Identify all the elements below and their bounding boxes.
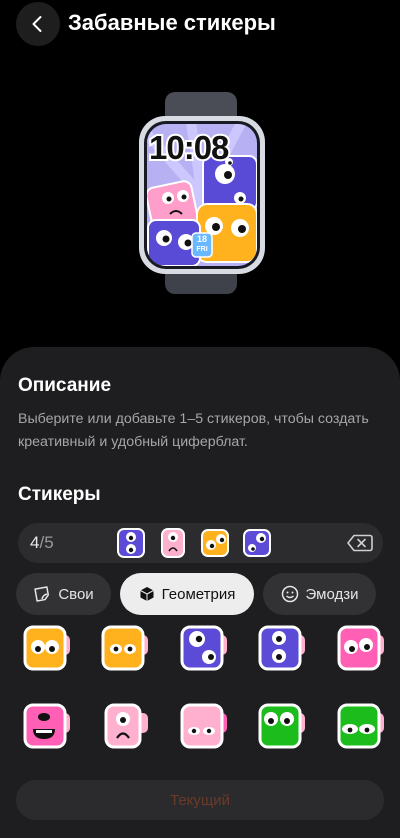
watch-date-weekday: FRI: [196, 246, 208, 253]
app-header: Забавные стикеры: [0, 0, 400, 46]
sticker-option[interactable]: [257, 623, 307, 673]
selected-count: 4/5: [30, 533, 54, 552]
cube-icon: [139, 587, 154, 601]
sticker-option[interactable]: [257, 701, 307, 751]
settings-sheet: Описание Выберите или добавьте 1–5 стике…: [0, 347, 400, 838]
sticker-grid: [0, 623, 400, 773]
backspace-button[interactable]: [347, 534, 373, 552]
back-button[interactable]: [16, 2, 60, 46]
sticker-option[interactable]: [22, 623, 72, 673]
selected-stickers-bar: 4/5: [18, 523, 383, 563]
watch-date-day: 18: [196, 234, 207, 244]
selected-sticker[interactable]: [200, 527, 230, 559]
watch-preview: 10:08 18 FRI: [0, 86, 400, 306]
sticker-option[interactable]: [22, 701, 72, 751]
description-text: Выберите или добавьте 1–5 стикеров, чтоб…: [18, 411, 369, 450]
selected-sticker[interactable]: [242, 527, 272, 559]
tab-own-label: Свои: [58, 585, 94, 603]
tab-own[interactable]: Свои: [16, 573, 111, 615]
backspace-icon: [347, 534, 373, 552]
chevron-left-icon: [32, 16, 42, 32]
tab-geometry-label: Геометрия: [161, 585, 236, 603]
smile-icon: [281, 585, 298, 603]
selected-count-max: 5: [44, 533, 54, 552]
sticker-option[interactable]: [179, 623, 229, 673]
description-heading: Описание: [18, 375, 112, 396]
sticker-category-tabs: Свои Геометрия Эмодзи: [16, 573, 384, 617]
sticker-option[interactable]: [100, 701, 150, 751]
sticker-option[interactable]: [100, 623, 150, 673]
sticker-icon: [34, 586, 50, 602]
current-button[interactable]: Текущий: [16, 780, 384, 820]
selected-sticker[interactable]: [158, 527, 188, 559]
page-title: Забавные стикеры: [68, 10, 276, 35]
stickers-heading: Стикеры: [18, 484, 101, 505]
selected-sticker[interactable]: [116, 527, 146, 559]
sticker-option[interactable]: [336, 701, 386, 751]
watch-time: 10:08: [147, 128, 231, 168]
tab-geometry[interactable]: Геометрия: [120, 573, 254, 615]
tab-emoji[interactable]: Эмодзи: [263, 573, 376, 615]
tab-emoji-label: Эмодзи: [305, 585, 359, 603]
sticker-option[interactable]: [336, 623, 386, 673]
sticker-option[interactable]: [179, 701, 229, 751]
